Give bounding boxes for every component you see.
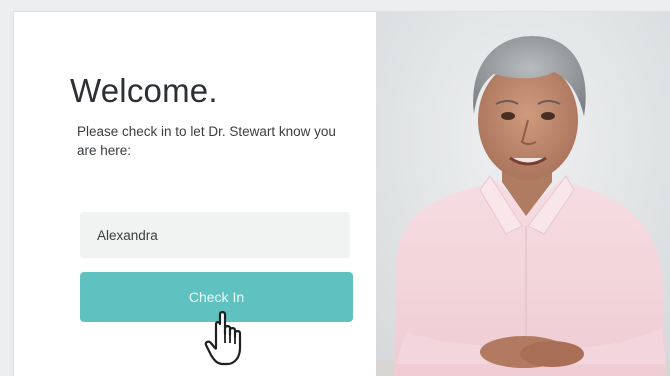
patient-photo <box>376 12 670 376</box>
checkin-panel: Welcome. Please check in to let Dr. Stew… <box>14 12 376 376</box>
check-in-button-label: Check In <box>188 289 245 305</box>
hand-pointer-icon <box>204 311 242 366</box>
page-title: Welcome. <box>70 72 218 109</box>
checkin-window: Welcome. Please check in to let Dr. Stew… <box>14 12 670 376</box>
checkin-instructions: Please check in to let Dr. Stewart know … <box>77 124 336 158</box>
patient-photo-illustration <box>376 12 670 376</box>
name-input[interactable] <box>80 212 350 258</box>
